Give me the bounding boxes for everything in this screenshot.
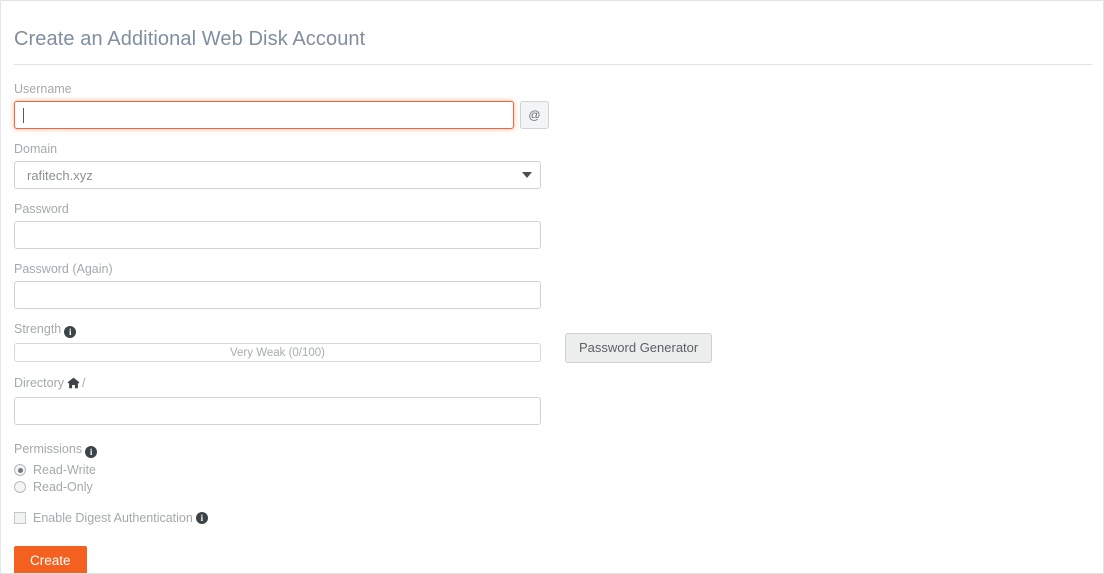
chevron-down-icon — [522, 172, 532, 178]
web-disk-account-page: Create an Additional Web Disk Account Us… — [0, 0, 1104, 574]
password-field-group: Password — [14, 201, 1090, 249]
password-again-input[interactable] — [14, 281, 541, 309]
digest-auth-checkbox[interactable] — [14, 512, 26, 524]
radio-read-only-label: Read-Only — [33, 480, 93, 494]
text-caret — [23, 107, 24, 123]
strength-label: Strength i — [14, 321, 1090, 338]
username-input-row: @ — [14, 101, 1090, 129]
info-icon[interactable]: i — [64, 326, 77, 338]
domain-select-wrap[interactable]: rafitech.xyz — [14, 161, 541, 189]
strength-row: Very Weak (0/100) Password Generator — [14, 333, 1090, 363]
password-generator-button[interactable]: Password Generator — [565, 333, 713, 363]
password-strength-meter: Very Weak (0/100) — [14, 343, 541, 362]
info-icon[interactable]: i — [85, 446, 98, 458]
password-again-label: Password (Again) — [14, 262, 113, 276]
username-label: Username — [14, 82, 72, 96]
domain-field-group: Domain rafitech.xyz — [14, 141, 1090, 189]
password-label: Password — [14, 202, 69, 216]
permissions-label: Permissions i — [14, 441, 1090, 458]
directory-field-group: Directory / — [14, 375, 1090, 425]
at-sign-addon: @ — [520, 101, 549, 129]
create-button[interactable]: Create — [14, 546, 87, 573]
home-icon — [67, 377, 80, 393]
directory-input[interactable] — [14, 397, 541, 425]
page-title: Create an Additional Web Disk Account — [14, 28, 366, 50]
password-again-field-group: Password (Again) — [14, 261, 1090, 309]
permissions-label-text: Permissions — [14, 442, 83, 456]
radio-read-write[interactable]: Read-Write — [14, 462, 1090, 478]
directory-separator: / — [82, 376, 86, 390]
username-input[interactable] — [14, 101, 514, 129]
password-input[interactable] — [14, 221, 541, 249]
radio-read-only[interactable]: Read-Only — [14, 479, 1090, 495]
directory-label-text: Directory — [14, 376, 65, 390]
directory-label: Directory / — [14, 375, 1090, 393]
domain-label: Domain — [14, 142, 58, 156]
radio-read-write-label: Read-Write — [33, 463, 96, 477]
digest-auth-row[interactable]: Enable Digest Authentication i — [14, 510, 1090, 526]
strength-label-text: Strength — [14, 322, 62, 336]
title-divider — [14, 64, 1092, 65]
digest-auth-label: Enable Digest Authentication — [33, 511, 193, 525]
permissions-group: Permissions i Read-Write Read-Only — [14, 441, 1090, 495]
username-field-group: Username @ — [14, 81, 1090, 129]
domain-select[interactable]: rafitech.xyz — [14, 161, 541, 189]
info-icon[interactable]: i — [195, 512, 208, 524]
page-content: Create an Additional Web Disk Account Us… — [1, 1, 1103, 573]
permissions-radio-group: Read-Write Read-Only — [14, 462, 1090, 495]
radio-read-only-indicator[interactable] — [14, 481, 26, 493]
strength-field-group: Strength i Very Weak (0/100) Password Gen… — [14, 321, 1090, 363]
radio-read-write-indicator[interactable] — [14, 464, 26, 476]
